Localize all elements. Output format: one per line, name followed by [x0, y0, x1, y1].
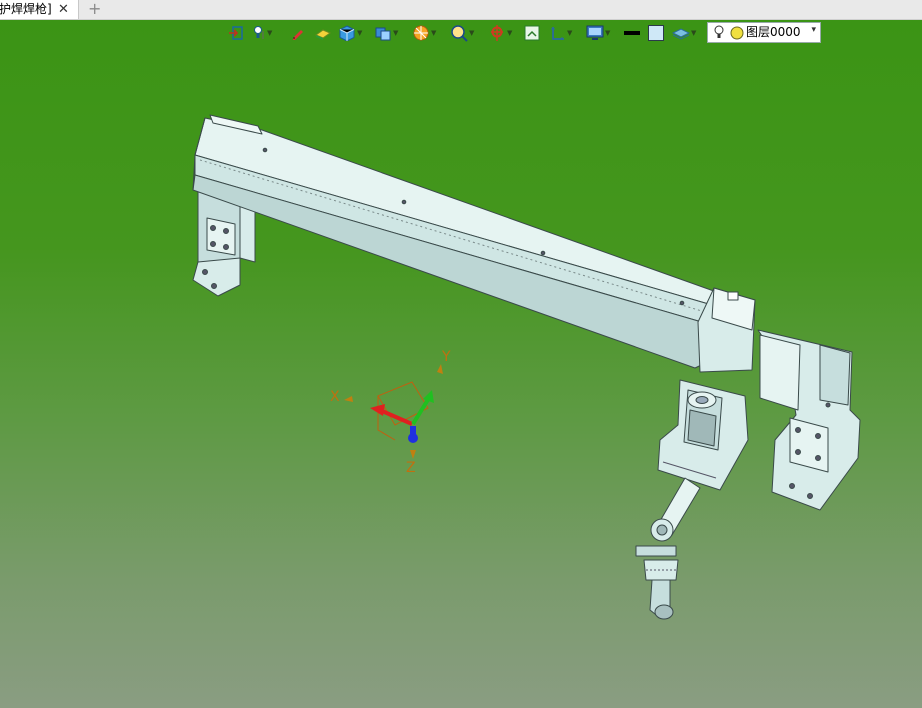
torch-arm	[635, 477, 701, 620]
coordinate-triad: X Y Z	[330, 349, 451, 476]
y-axis-label: Y	[441, 349, 451, 365]
vertical-carriage	[657, 379, 749, 491]
gantry-model	[192, 114, 861, 620]
z-axis-label: Z	[406, 460, 416, 476]
x-axis-label: X	[330, 389, 340, 405]
model-viewport[interactable]: X Y Z	[0, 0, 922, 708]
x-axis-arrow	[381, 409, 413, 426]
linear-beam	[192, 114, 726, 369]
right-support-bracket	[757, 329, 861, 511]
y-axis-arrow	[411, 396, 431, 426]
